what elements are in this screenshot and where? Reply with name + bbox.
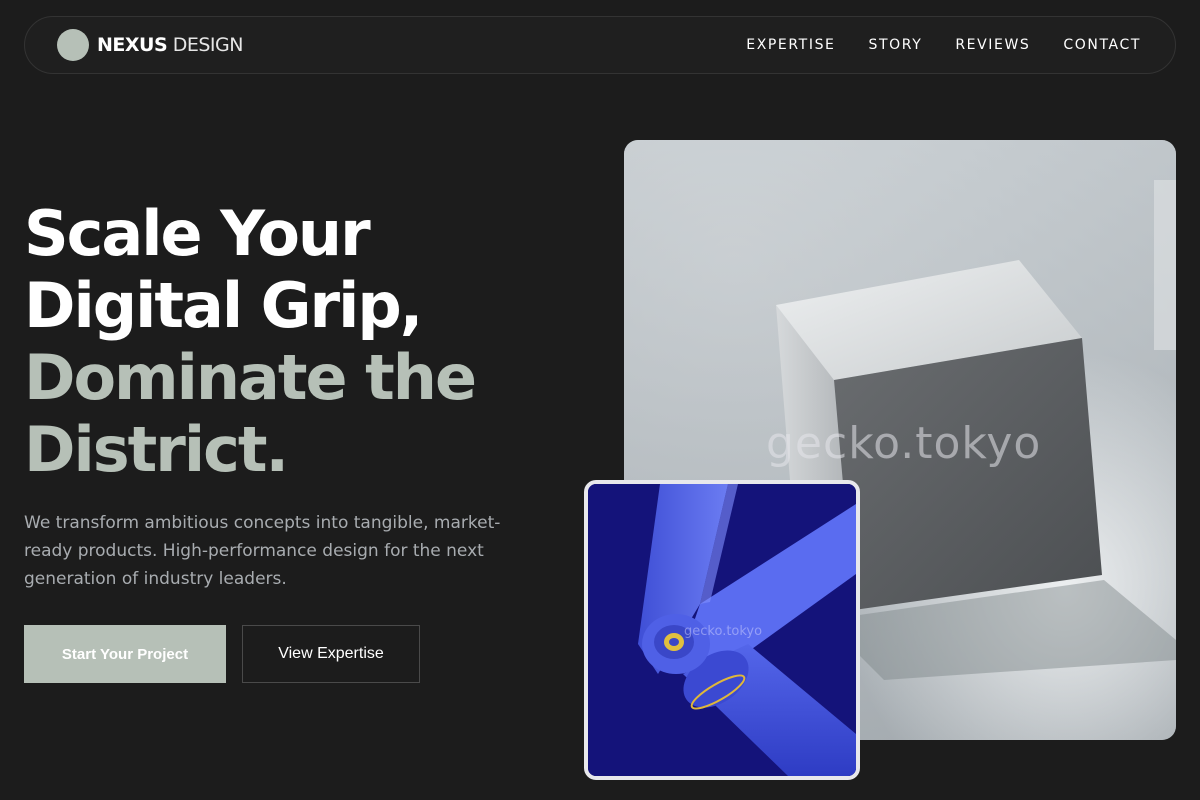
view-expertise-button[interactable]: View Expertise	[242, 625, 420, 683]
nav-link-expertise[interactable]: EXPERTISE	[746, 37, 835, 53]
top-navigation: NEXUS DESIGN EXPERTISE STORY REVIEWS CON…	[24, 16, 1176, 74]
brand-logo[interactable]: NEXUS DESIGN	[57, 29, 243, 61]
robot-arm-image: gecko.tokyo	[584, 480, 860, 780]
hero-description: We transform ambitious concepts into tan…	[24, 513, 501, 589]
sub-image-watermark: gecko.tokyo	[684, 624, 763, 639]
logo-circle-icon	[57, 29, 89, 61]
headline-line-2: Digital Grip,	[24, 269, 423, 342]
nav-link-contact[interactable]: CONTACT	[1063, 37, 1141, 53]
headline-line-4: District.	[24, 413, 289, 486]
start-project-button[interactable]: Start Your Project	[24, 625, 226, 683]
hero-headline: Scale Your Digital Grip, Dominate the Di…	[24, 197, 477, 486]
nav-link-reviews[interactable]: REVIEWS	[955, 37, 1030, 53]
nav-link-story[interactable]: STORY	[869, 37, 923, 53]
brand-name-light: DESIGN	[172, 34, 244, 56]
image-watermark: gecko.tokyo	[766, 418, 1042, 469]
nav-links: EXPERTISE STORY REVIEWS CONTACT	[746, 37, 1141, 53]
brand-name-strong: NEXUS	[97, 34, 168, 56]
headline-line-3: Dominate the	[24, 341, 477, 414]
brand-name: NEXUS DESIGN	[97, 34, 243, 56]
headline-line-1: Scale Your	[24, 197, 371, 270]
